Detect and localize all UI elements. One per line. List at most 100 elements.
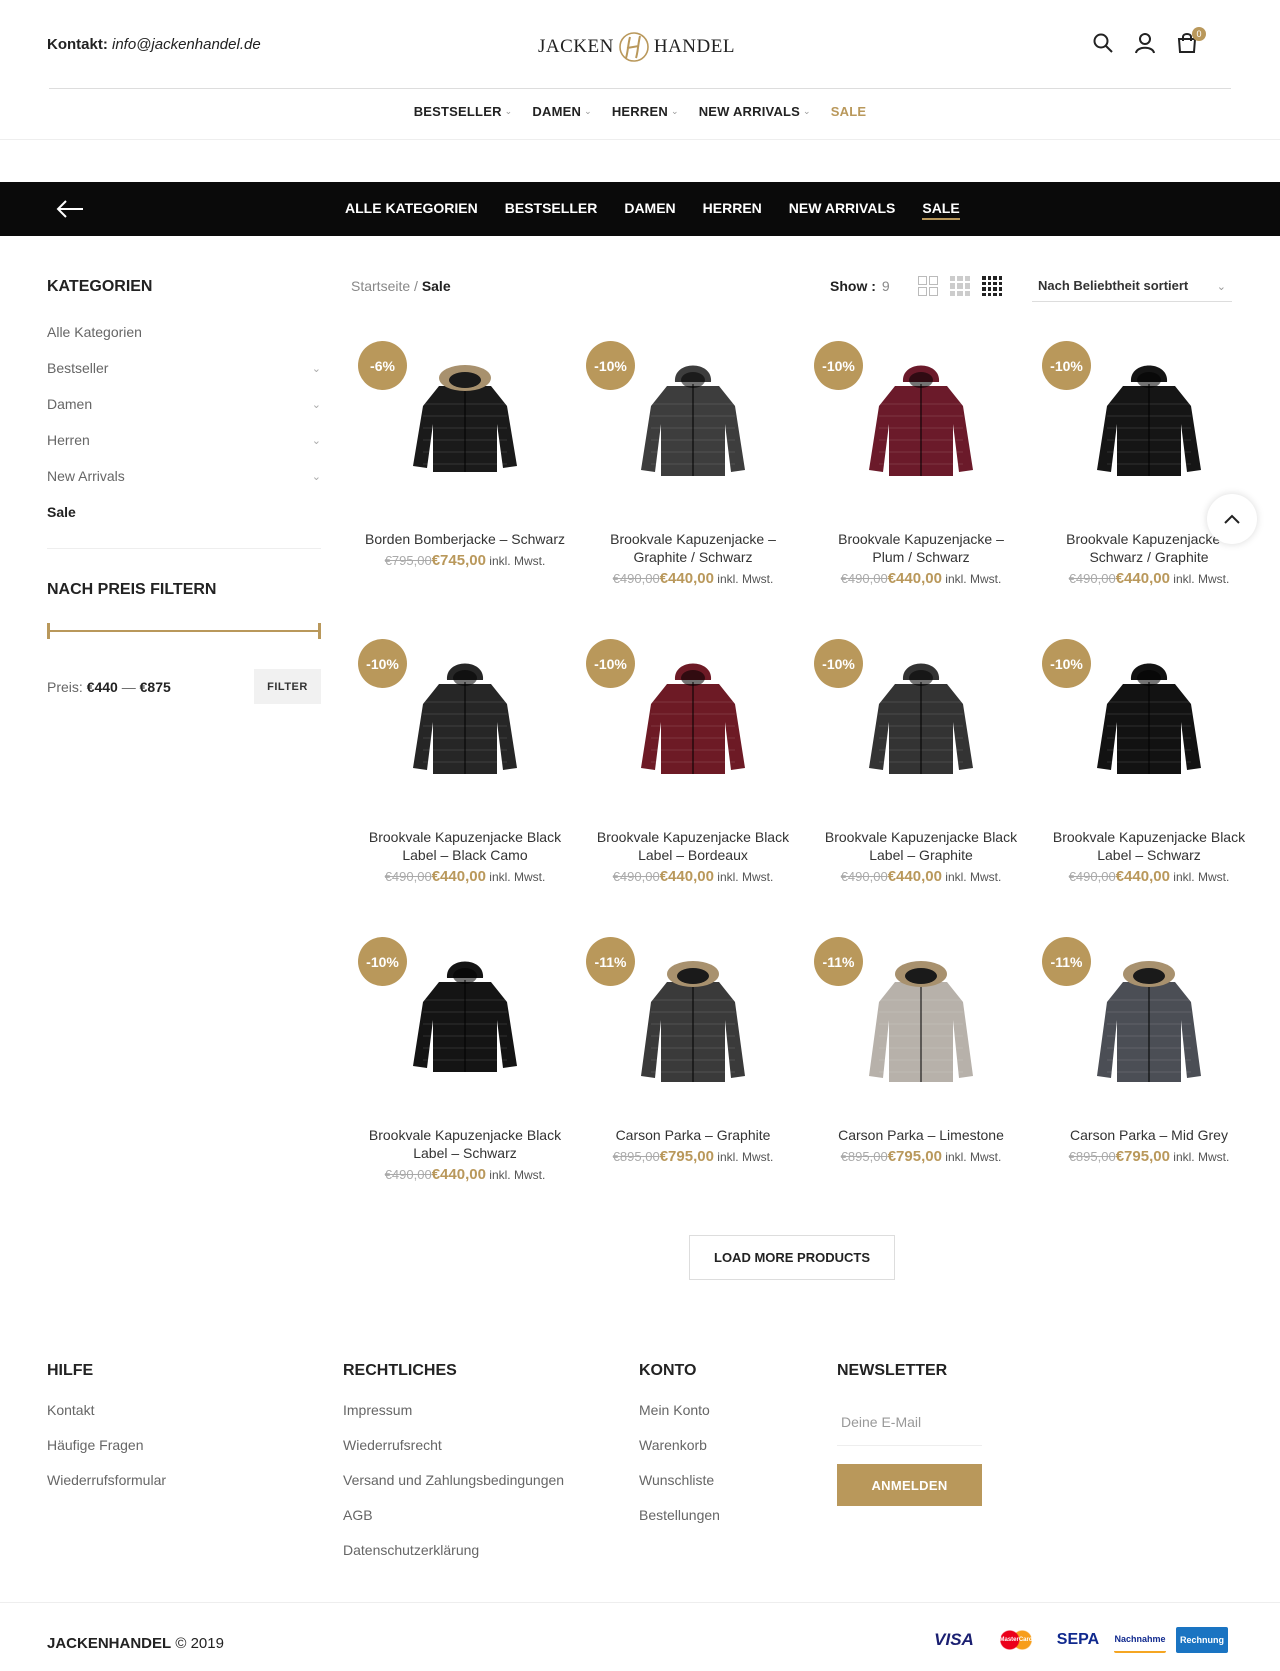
newsletter-subscribe-button[interactable]: ANMELDEN bbox=[837, 1464, 982, 1506]
footer-link[interactable]: AGB bbox=[343, 1507, 564, 1542]
sidebar-item-new-arrivals[interactable]: New Arrivals ⌄ bbox=[47, 458, 321, 494]
account-icon[interactable] bbox=[1134, 32, 1156, 54]
product-image[interactable] bbox=[861, 354, 981, 494]
product-image[interactable] bbox=[1089, 354, 1209, 494]
product-image[interactable] bbox=[633, 354, 753, 494]
footer-heading: NEWSLETTER bbox=[837, 1362, 948, 1379]
cart-button[interactable]: 0 bbox=[1176, 27, 1206, 54]
contact-email-link[interactable]: info@jackenhandel.de bbox=[112, 36, 261, 53]
footer-link[interactable]: Versand und Zahlungsbedingungen bbox=[343, 1472, 564, 1507]
product-title[interactable]: Carson Parka – Graphite bbox=[579, 1126, 807, 1144]
product-image[interactable] bbox=[405, 950, 525, 1090]
product-card[interactable]: -10% Brookvale Kapuzenjacke – Schwarz / … bbox=[1035, 334, 1263, 632]
jacket-image bbox=[1097, 663, 1201, 774]
product-title[interactable]: Brookvale Kapuzenjacke – Graphite / Schw… bbox=[579, 530, 807, 566]
footer-link[interactable]: Häufige Fragen bbox=[47, 1437, 166, 1472]
footer-link[interactable]: Wunschliste bbox=[639, 1472, 720, 1507]
product-card[interactable]: -11% Carson Parka – Mid Grey €895,00€795… bbox=[1035, 930, 1263, 1228]
product-image[interactable] bbox=[861, 950, 981, 1090]
product-card[interactable]: -10% Brookvale Kapuzenjacke – Graphite /… bbox=[579, 334, 807, 632]
product-card[interactable]: -11% Carson Parka – Limestone €895,00€79… bbox=[807, 930, 1035, 1228]
category-link-damen[interactable]: DAMEN bbox=[624, 200, 675, 220]
product-image[interactable] bbox=[1089, 652, 1209, 792]
filter-button[interactable]: FILTER bbox=[254, 669, 321, 704]
category-bar: ALLE KATEGORIEN BESTSELLER DAMEN HERREN … bbox=[0, 182, 1280, 236]
sidebar-item-herren[interactable]: Herren ⌄ bbox=[47, 422, 321, 458]
sale-price: €440,00 bbox=[431, 868, 486, 885]
product-card[interactable]: -10% Brookvale Kapuzenjacke – Plum / Sch… bbox=[807, 334, 1035, 632]
category-link-alle[interactable]: ALLE KATEGORIEN bbox=[345, 200, 478, 220]
sidebar-item-damen[interactable]: Damen ⌄ bbox=[47, 386, 321, 422]
price-slider[interactable] bbox=[47, 623, 321, 639]
grid-4-icon[interactable] bbox=[982, 276, 1002, 296]
product-image[interactable] bbox=[633, 950, 753, 1090]
product-card[interactable]: -10% Brookvale Kapuzenjacke Black Label … bbox=[351, 930, 579, 1228]
product-image[interactable] bbox=[405, 354, 525, 494]
product-title[interactable]: Borden Bomberjacke – Schwarz bbox=[351, 530, 579, 548]
chevron-down-icon[interactable]: ⌄ bbox=[312, 362, 321, 375]
sidebar-item-bestseller[interactable]: Bestseller ⌄ bbox=[47, 350, 321, 386]
sidebar-item-sale[interactable]: Sale bbox=[47, 494, 321, 530]
sort-select[interactable]: Nach Beliebtheit sortiert ⌄ bbox=[1032, 274, 1232, 302]
scroll-to-top-button[interactable] bbox=[1207, 494, 1257, 544]
sidebar-item-alle[interactable]: Alle Kategorien bbox=[47, 314, 321, 350]
search-icon[interactable] bbox=[1092, 32, 1114, 54]
product-title[interactable]: Carson Parka – Mid Grey bbox=[1035, 1126, 1263, 1144]
grid-3-icon[interactable] bbox=[950, 276, 970, 296]
discount-badge: -10% bbox=[586, 639, 635, 688]
product-title[interactable]: Brookvale Kapuzenjacke Black Label – Sch… bbox=[1035, 828, 1263, 864]
footer-link[interactable]: Wiederrufsrecht bbox=[343, 1437, 564, 1472]
chevron-down-icon[interactable]: ⌄ bbox=[312, 470, 321, 483]
price-slider-min-handle[interactable] bbox=[47, 623, 50, 639]
arrow-left-icon[interactable] bbox=[56, 198, 84, 220]
product-image[interactable] bbox=[1089, 950, 1209, 1090]
product-title[interactable]: Carson Parka – Limestone bbox=[807, 1126, 1035, 1144]
nav-item-new-arrivals[interactable]: NEW ARRIVALS ⌄ bbox=[699, 104, 811, 119]
footer-link[interactable]: Warenkorb bbox=[639, 1437, 720, 1472]
footer-link[interactable]: Wiederrufsformular bbox=[47, 1472, 166, 1507]
footer-link[interactable]: Datenschutzerklärung bbox=[343, 1542, 564, 1577]
footer-link[interactable]: Mein Konto bbox=[639, 1402, 720, 1437]
load-more-button[interactable]: LOAD MORE PRODUCTS bbox=[689, 1235, 895, 1280]
nav-item-herren[interactable]: HERREN ⌄ bbox=[612, 104, 679, 119]
product-card[interactable]: -10% Brookvale Kapuzenjacke Black Label … bbox=[1035, 632, 1263, 930]
chevron-down-icon[interactable]: ⌄ bbox=[312, 434, 321, 447]
category-link-sale[interactable]: SALE bbox=[922, 200, 960, 220]
product-title[interactable]: Brookvale Kapuzenjacke – Plum / Schwarz bbox=[807, 530, 1035, 566]
footer-newsletter: NEWSLETTER Deine E-Mail ANMELDEN bbox=[837, 1362, 982, 1506]
breadcrumb-home[interactable]: Startseite bbox=[351, 278, 410, 294]
newsletter-email-input[interactable]: Deine E-Mail bbox=[837, 1402, 982, 1446]
footer-link[interactable]: Kontakt bbox=[47, 1402, 166, 1437]
product-image[interactable] bbox=[633, 652, 753, 792]
grid-2-icon[interactable] bbox=[918, 276, 938, 296]
product-price: €490,00€440,00 inkl. Mwst. bbox=[1035, 570, 1263, 587]
product-title[interactable]: Brookvale Kapuzenjacke Black Label – Bla… bbox=[351, 828, 579, 864]
product-title[interactable]: Brookvale Kapuzenjacke Black Label – Sch… bbox=[351, 1126, 579, 1162]
nav-item-damen[interactable]: DAMEN ⌄ bbox=[532, 104, 591, 119]
show-value-9[interactable]: 9 bbox=[882, 278, 890, 294]
category-link-new-arrivals[interactable]: NEW ARRIVALS bbox=[789, 200, 896, 220]
jacket-image bbox=[1097, 961, 1201, 1082]
jacket-image bbox=[413, 663, 517, 774]
tax-note: inkl. Mwst. bbox=[489, 1168, 546, 1182]
category-link-herren[interactable]: HERREN bbox=[703, 200, 762, 220]
footer-link[interactable]: Impressum bbox=[343, 1402, 564, 1437]
product-title[interactable]: Brookvale Kapuzenjacke Black Label – Bor… bbox=[579, 828, 807, 864]
jacket-image bbox=[641, 961, 745, 1082]
footer-link[interactable]: Bestellungen bbox=[639, 1507, 720, 1542]
header-divider bbox=[49, 88, 1231, 89]
product-card[interactable]: -10% Brookvale Kapuzenjacke Black Label … bbox=[579, 632, 807, 930]
price-slider-max-handle[interactable] bbox=[318, 623, 321, 639]
product-image[interactable] bbox=[405, 652, 525, 792]
product-card[interactable]: -10% Brookvale Kapuzenjacke Black Label … bbox=[351, 632, 579, 930]
product-card[interactable]: -10% Brookvale Kapuzenjacke Black Label … bbox=[807, 632, 1035, 930]
product-image[interactable] bbox=[861, 652, 981, 792]
category-link-bestseller[interactable]: BESTSELLER bbox=[505, 200, 598, 220]
nav-item-bestseller[interactable]: BESTSELLER ⌄ bbox=[414, 104, 513, 119]
product-card[interactable]: -6% Borden Bomberjacke – Schwarz €795,00… bbox=[351, 334, 579, 632]
site-logo[interactable]: JACKEN HANDEL bbox=[538, 28, 742, 66]
chevron-down-icon[interactable]: ⌄ bbox=[312, 398, 321, 411]
product-card[interactable]: -11% Carson Parka – Graphite €895,00€795… bbox=[579, 930, 807, 1228]
product-title[interactable]: Brookvale Kapuzenjacke Black Label – Gra… bbox=[807, 828, 1035, 864]
nav-item-sale[interactable]: SALE bbox=[831, 104, 866, 119]
